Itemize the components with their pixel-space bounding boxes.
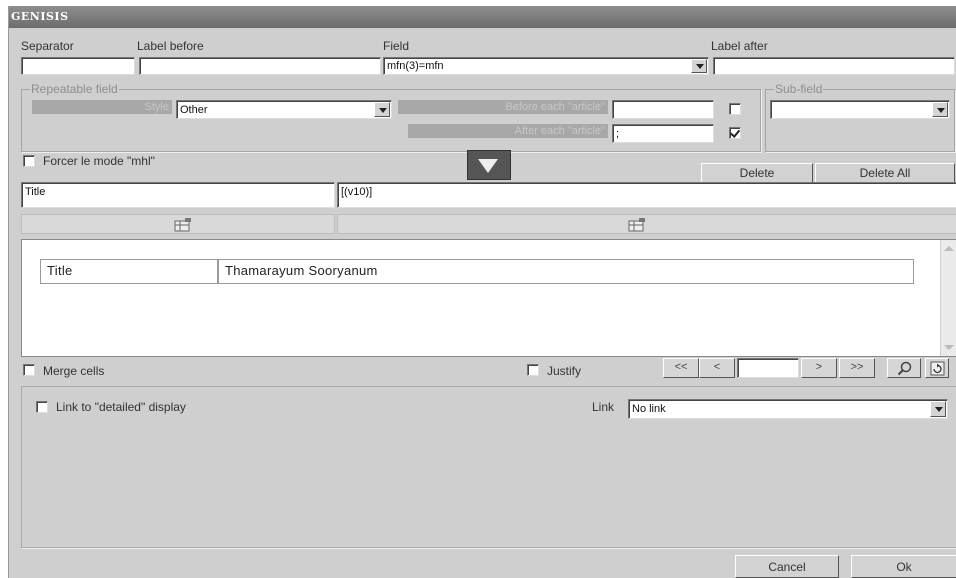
move-down-button[interactable] [467,150,511,180]
merge-cells-checkbox[interactable] [23,364,35,376]
after-article-label: After each "article" [408,124,608,138]
separator-input[interactable] [21,57,135,75]
title-bar: GENISIS [9,6,956,28]
chevron-down-icon[interactable] [691,59,707,73]
delete-button[interactable]: Delete [701,163,813,183]
subfield-group: Sub-field [765,82,955,152]
subfield-title: Sub-field [774,82,824,96]
scroll-up-icon[interactable] [944,246,954,251]
subfield-select[interactable] [770,100,950,119]
nav-prev-button[interactable]: < [699,358,735,378]
refresh-button[interactable] [925,358,949,378]
scroll-down-icon[interactable] [944,345,954,350]
separator-label: Separator [21,39,74,53]
link-panel: Link to "detailed" display Link No link [21,386,956,548]
label-after-label: Label after [711,39,768,53]
force-mode-checkbox[interactable] [23,155,35,167]
label-before-input[interactable] [139,57,381,75]
chevron-down-icon[interactable] [930,401,946,417]
nav-next-button[interactable]: > [801,358,837,378]
cancel-button[interactable]: Cancel [735,555,839,578]
chevron-down-icon[interactable] [932,102,948,117]
before-article-input[interactable] [612,100,714,119]
chevron-down-icon[interactable] [374,102,390,117]
table-column-icon [628,218,645,232]
after-article-checkbox[interactable] [729,127,741,139]
repeatable-field-title: Repeatable field [30,82,119,96]
after-article-input[interactable]: ; [612,124,714,143]
table-column-icon [174,218,191,232]
justify-checkbox[interactable] [527,364,539,376]
detailed-link-checkbox[interactable] [36,401,48,413]
style-select[interactable]: Other [176,100,392,119]
delete-all-button[interactable]: Delete All [815,163,955,183]
nav-page-input[interactable] [737,358,799,378]
label-before-label: Label before [137,39,204,53]
label-after-input[interactable] [713,57,955,75]
magnifier-icon [897,361,912,376]
style-label: Style [32,100,172,114]
entry-label-input[interactable]: Title [21,182,335,208]
refresh-icon [930,361,945,376]
merge-cells-label: Merge cells [43,364,105,378]
entry-format-input[interactable]: [(v10)] [337,182,956,208]
preview-panel: Title Thamarayum Sooryanum [21,239,956,357]
link-label: Link [592,400,615,414]
preview-scrollbar[interactable] [940,240,956,356]
before-article-checkbox[interactable] [729,103,741,115]
column-header-format[interactable] [337,214,956,234]
ok-button[interactable]: Ok [851,555,956,578]
field-select[interactable]: mfn(3)=mfn [383,57,709,75]
nav-last-button[interactable]: >> [839,358,875,378]
detailed-link-label: Link to "detailed" display [56,400,186,414]
nav-first-button[interactable]: << [663,358,699,378]
repeatable-field-group: Repeatable field Style Other Before each… [21,82,761,152]
force-mode-label: Forcer le mode "mhl" [43,154,155,168]
search-button[interactable] [887,358,921,378]
justify-label: Justify [547,364,582,378]
preview-value-cell: Thamarayum Sooryanum [218,259,914,284]
dialog-window: GENISIS Separator Label before Field Lab… [8,6,956,578]
column-header-label[interactable] [21,214,335,234]
before-article-label: Before each "article" [398,100,608,114]
preview-label-cell: Title [40,259,218,284]
link-select[interactable]: No link [628,399,948,419]
field-label: Field [383,39,410,53]
